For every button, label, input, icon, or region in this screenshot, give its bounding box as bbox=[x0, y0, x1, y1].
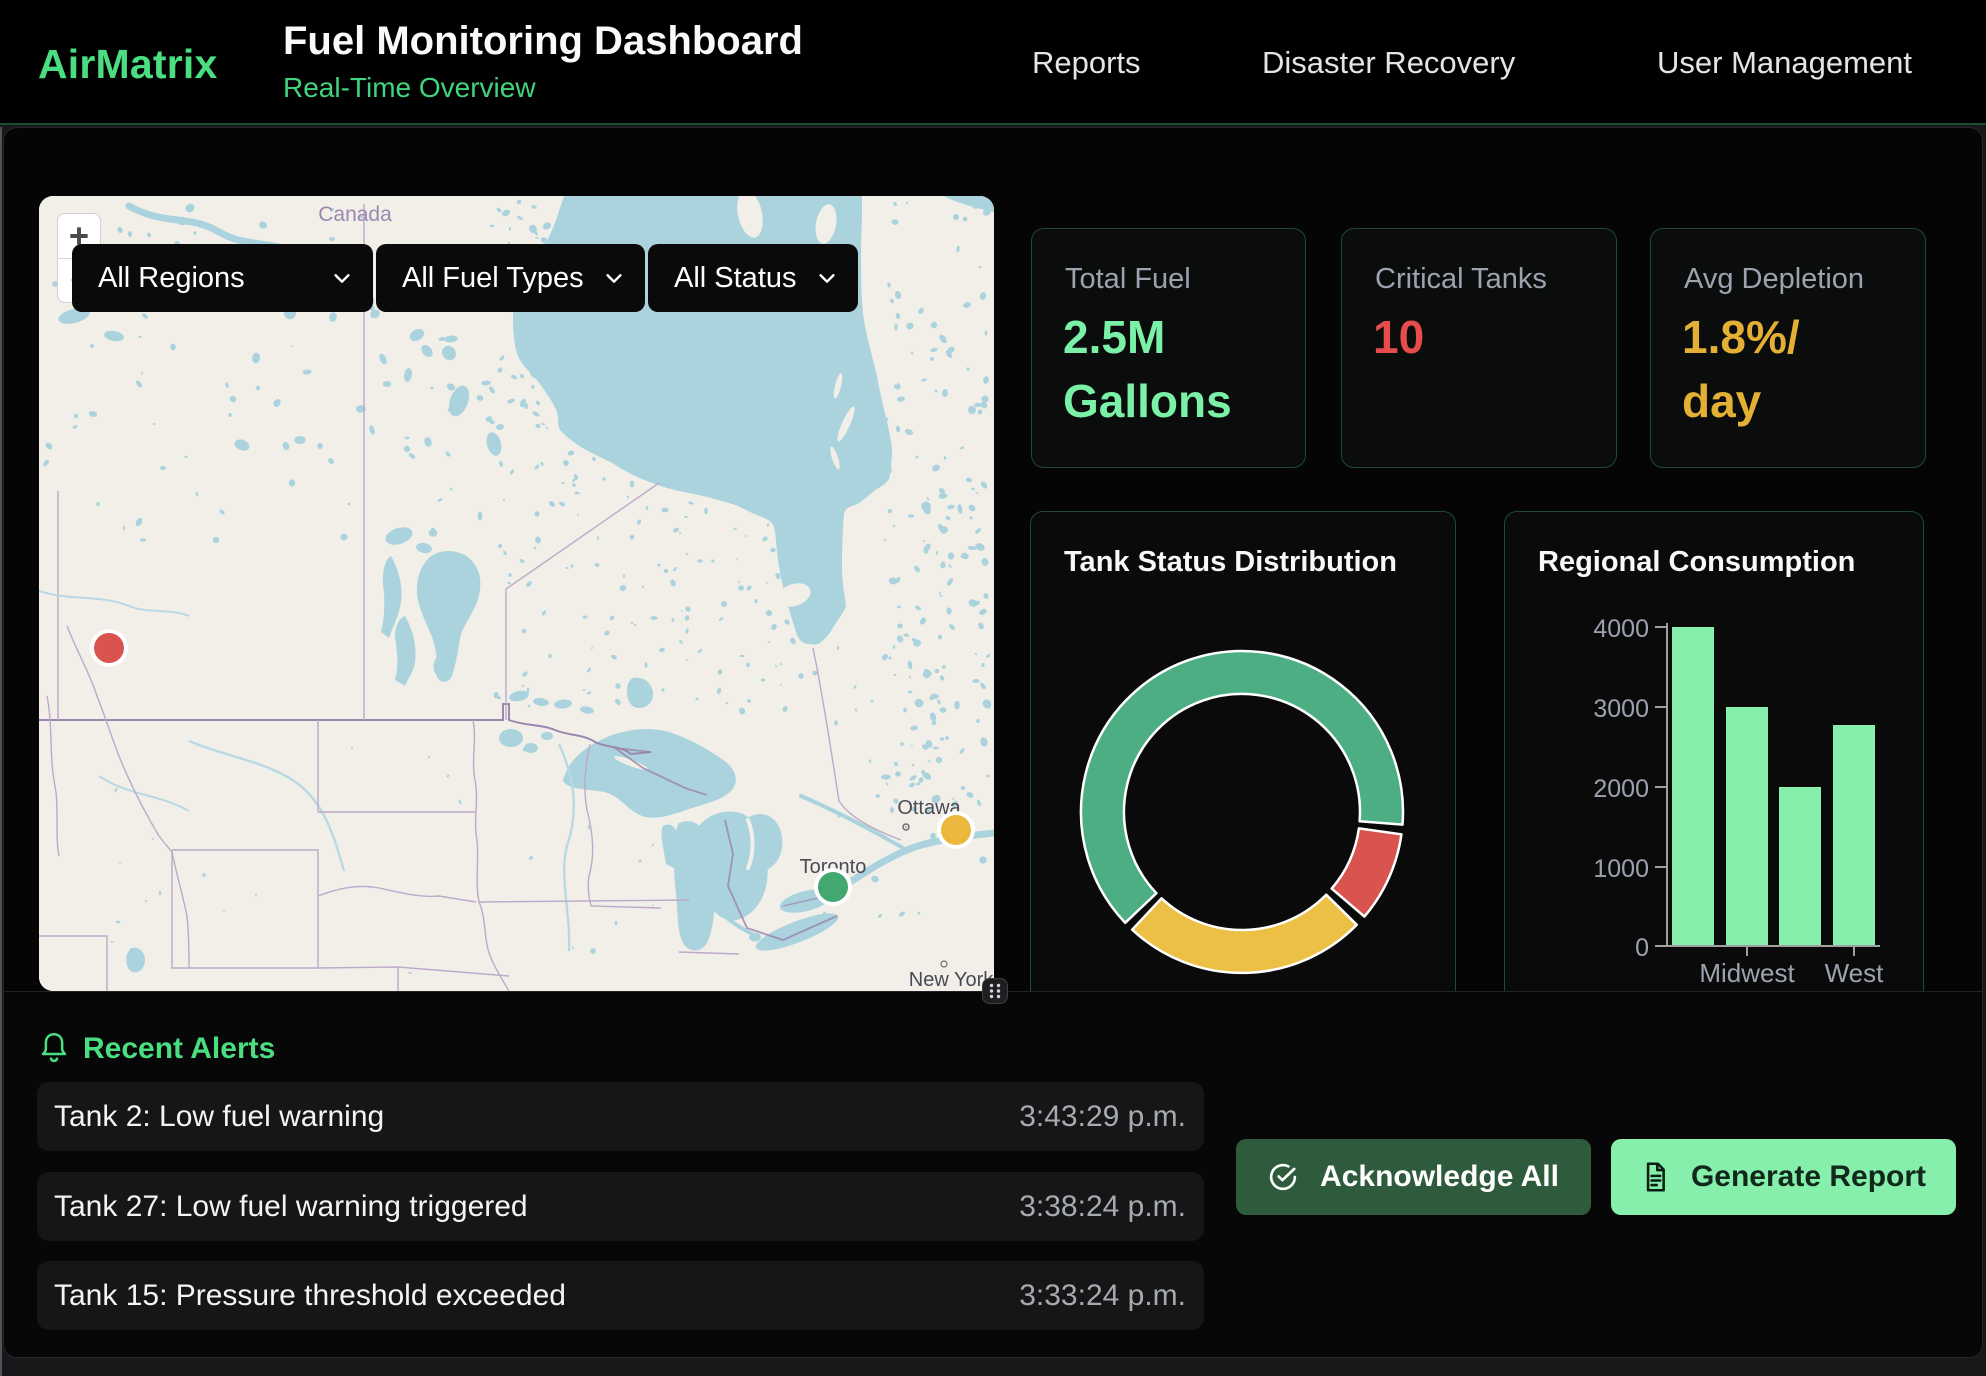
svg-text:0: 0 bbox=[1635, 934, 1649, 962]
svg-text:Midwest: Midwest bbox=[1699, 958, 1795, 988]
svg-text:West: West bbox=[1825, 958, 1885, 988]
svg-text:4000: 4000 bbox=[1593, 615, 1649, 643]
svg-text:1000: 1000 bbox=[1593, 855, 1649, 883]
svg-text:2000: 2000 bbox=[1593, 775, 1649, 803]
svg-text:Canada: Canada bbox=[318, 203, 392, 226]
svg-text:3000: 3000 bbox=[1593, 695, 1649, 723]
